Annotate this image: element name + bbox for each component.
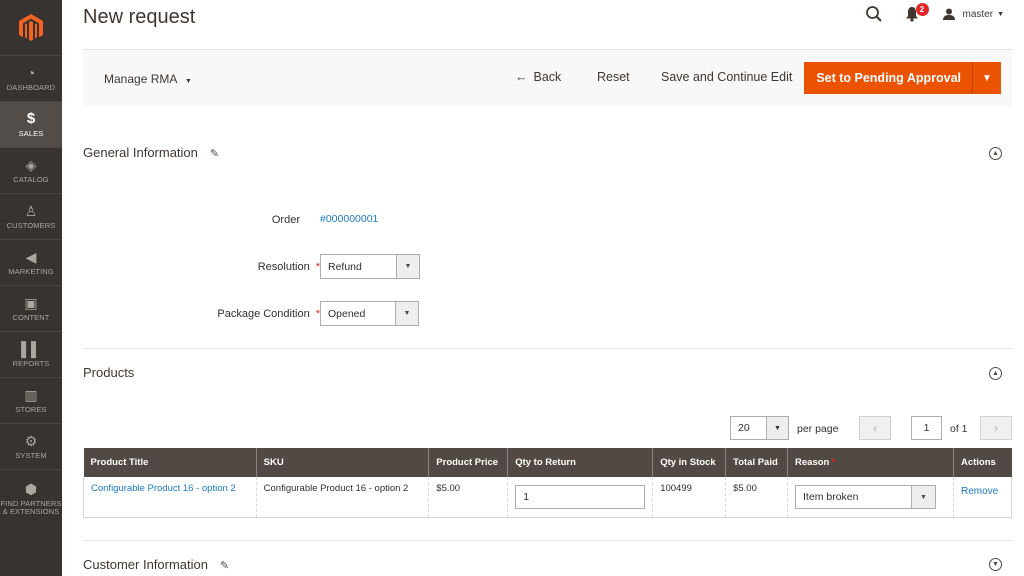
split-dropdown-icon[interactable]: ▼ [973, 62, 1001, 94]
collapse-up-icon[interactable]: ▲ [989, 367, 1002, 380]
layout-icon: ▣ [24, 295, 38, 311]
table-row: Configurable Product 16 - option 2 Confi… [83, 477, 1013, 518]
general-info-title[interactable]: General Information ✎ [83, 145, 219, 160]
user-icon [942, 8, 955, 20]
section-divider [83, 348, 1012, 349]
qty-return-cell: 1 [507, 477, 654, 518]
chevron-down-icon: ▼ [395, 302, 418, 325]
search-icon[interactable] [865, 5, 883, 23]
person-icon: ♙ [24, 203, 38, 219]
collapse-up-icon[interactable]: ▲ [989, 147, 1002, 160]
chevron-down-icon: ▼ [766, 417, 788, 439]
actions-cell: Remove [953, 477, 1013, 518]
chevron-down-icon: ▼ [396, 255, 419, 278]
notifications-badge: 2 [915, 3, 929, 16]
reset-button[interactable]: Reset [597, 70, 630, 84]
per-page-select[interactable]: 20 ▼ [730, 416, 789, 440]
user-name: master [962, 8, 994, 20]
col-reason[interactable]: Reason * [787, 448, 954, 477]
back-button[interactable]: ← Back [515, 70, 561, 84]
sidebar-item-customers[interactable]: ♙ Customers [0, 193, 62, 239]
order-label: Order [271, 214, 300, 226]
box-icon: ◈ [25, 157, 37, 173]
chevron-right-icon: › [994, 421, 998, 435]
col-qty-stock[interactable]: Qty in Stock [652, 448, 727, 477]
per-page-label: per page [797, 423, 839, 435]
page-total: of 1 [950, 423, 968, 435]
remove-link[interactable]: Remove [961, 486, 998, 497]
gear-icon: ⚙ [24, 433, 38, 449]
caret-down-icon: ▼ [185, 78, 192, 85]
admin-sidebar: ◔ Dashboard $ Sales ◈ Catalog ♙ Customer… [0, 0, 62, 576]
next-page-button[interactable]: › [980, 416, 1012, 440]
sidebar-item-sales[interactable]: $ Sales [0, 101, 62, 147]
page-number-input[interactable]: 1 [911, 416, 942, 440]
pencil-icon[interactable]: ✎ [210, 147, 219, 160]
storefront-icon: ▥ [24, 387, 38, 403]
products-title[interactable]: Products [83, 365, 134, 380]
reason-cell: Item broken ▼ [787, 477, 954, 518]
products-table: Product Title SKU Product Price Qty to R… [83, 448, 1013, 518]
sidebar-item-dashboard[interactable]: ◔ Dashboard [0, 55, 62, 101]
manage-rma-dropdown[interactable]: Manage RMA ▼ [104, 72, 192, 86]
resolution-label: Resolution * [257, 261, 320, 273]
product-title-link[interactable]: Configurable Product 16 - option 2 [91, 483, 236, 494]
total-paid-cell: $5.00 [725, 477, 789, 518]
resolution-select[interactable]: Refund ▼ [320, 254, 420, 279]
sku-cell: Configurable Product 16 - option 2 [256, 477, 430, 518]
sidebar-item-system[interactable]: ⚙ System [0, 423, 62, 469]
package-condition-label: Package Condition * [217, 308, 320, 320]
col-actions: Actions [953, 448, 1012, 477]
col-product-price[interactable]: Product Price [428, 448, 509, 477]
product-title-cell: Configurable Product 16 - option 2 [83, 477, 257, 518]
order-link[interactable]: #000000001 [320, 213, 378, 225]
speedometer-icon: ◔ [26, 65, 36, 81]
page-title: New request [83, 6, 196, 28]
sidebar-item-reports[interactable]: ▌▌ Reports [0, 331, 62, 377]
table-header-row: Product Title SKU Product Price Qty to R… [83, 448, 1012, 477]
sidebar-item-marketing[interactable]: ◀ Marketing [0, 239, 62, 285]
section-divider [83, 540, 1012, 541]
page-actions-bar: Manage RMA ▼ ← Back Reset Save and Contin… [83, 49, 1012, 106]
sidebar-item-content[interactable]: ▣ Content [0, 285, 62, 331]
expand-down-icon[interactable]: ▼ [989, 558, 1002, 571]
dollar-icon: $ [26, 110, 36, 127]
sidebar-item-stores[interactable]: ▥ Stores [0, 377, 62, 423]
package-condition-select[interactable]: Opened ▼ [320, 301, 419, 326]
col-total-paid[interactable]: Total Paid [725, 448, 789, 477]
notifications-bell-icon[interactable]: 2 [905, 3, 929, 22]
sidebar-item-partners[interactable]: ⬢ Find Partners & Extensions [0, 469, 62, 527]
reason-select[interactable]: Item broken ▼ [795, 485, 937, 509]
chevron-down-icon: ▼ [997, 10, 1004, 18]
col-qty-return[interactable]: Qty to Return [507, 448, 654, 477]
cube-icon: ⬢ [24, 481, 38, 497]
qty-return-input[interactable]: 1 [515, 485, 646, 509]
magento-logo-icon [19, 13, 43, 41]
required-asterisk: * [831, 457, 836, 468]
prev-page-button[interactable]: ‹ [859, 416, 891, 440]
set-pending-approval-button[interactable]: Set to Pending Approval ▼ [804, 62, 1001, 94]
save-continue-button[interactable]: Save and Continue Edit [661, 70, 792, 84]
header-actions: 2 master ▼ [865, 3, 1004, 24]
customer-info-title[interactable]: Customer Information ✎ [83, 557, 229, 572]
arrow-left-icon: ← [515, 70, 528, 84]
user-menu[interactable]: master ▼ [942, 8, 1004, 20]
price-cell: $5.00 [428, 477, 509, 518]
magento-logo[interactable] [0, 0, 62, 55]
col-product-title[interactable]: Product Title [83, 448, 257, 477]
pencil-icon[interactable]: ✎ [220, 559, 229, 572]
col-sku[interactable]: SKU [256, 448, 430, 477]
chevron-down-icon: ▼ [911, 486, 936, 508]
bar-chart-icon: ▌▌ [21, 341, 41, 357]
chevron-left-icon: ‹ [873, 421, 877, 435]
qty-stock-cell: 100499 [652, 477, 727, 518]
sidebar-item-catalog[interactable]: ◈ Catalog [0, 147, 62, 193]
megaphone-icon: ◀ [25, 249, 37, 265]
